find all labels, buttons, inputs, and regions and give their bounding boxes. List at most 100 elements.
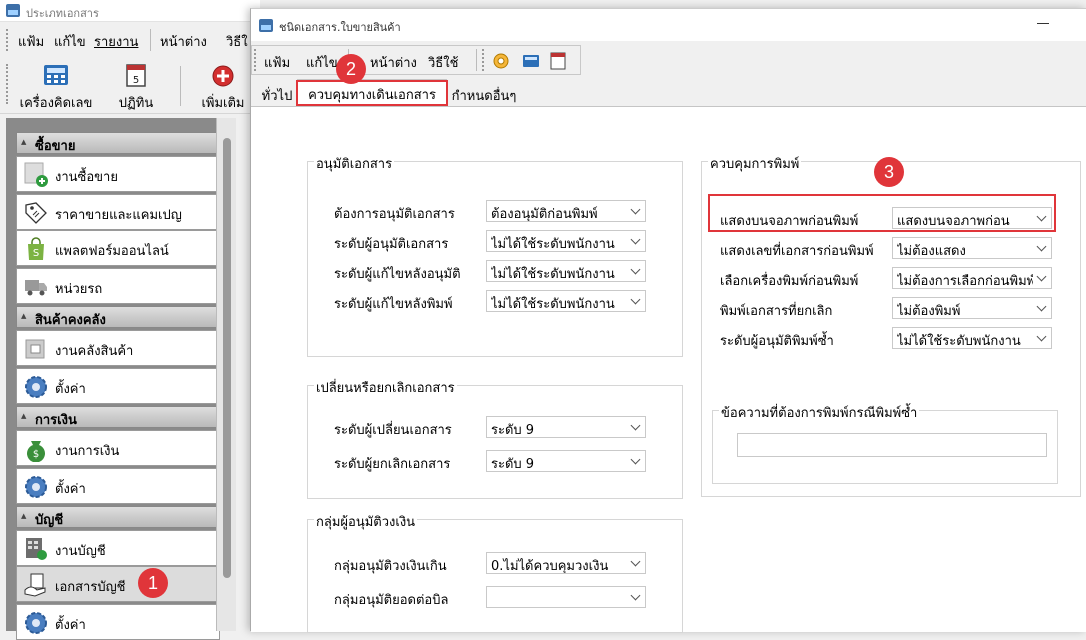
menu-file[interactable]: แฟ้ม bbox=[264, 52, 290, 73]
require-approval-select[interactable]: ต้องอนุมัติก่อนพิมพ์ bbox=[486, 200, 646, 222]
svg-text:5: 5 bbox=[133, 75, 139, 86]
menu-window[interactable]: หน้าต่าง bbox=[160, 31, 207, 52]
money-bag-icon: $ bbox=[27, 441, 45, 462]
reprint-message-input[interactable] bbox=[737, 433, 1047, 457]
highlight-preview-before-print bbox=[708, 194, 1056, 232]
changer-level-select[interactable]: ระดับ 9 bbox=[486, 416, 646, 438]
hand-document-icon bbox=[24, 573, 46, 597]
sidebar-item-label: งานบัญชี bbox=[55, 544, 106, 559]
sidebar-item-label: หน่วยรถ bbox=[55, 282, 103, 297]
choose-printer-select[interactable]: ไม่ต้องการเลือกก่อนพิมพ์ bbox=[892, 267, 1052, 289]
field-label: กลุ่มอนุมัติยอดต่อบิล bbox=[334, 593, 449, 608]
sidebar-item-label: ตั้งค่า bbox=[55, 482, 86, 497]
field-label: ระดับผู้แก้ไขหลังพิมพ์ bbox=[334, 297, 453, 312]
sales-doc-icon bbox=[24, 162, 48, 187]
calendar-icon[interactable] bbox=[550, 51, 566, 71]
sidebar-group-accounting[interactable]: บัญชี bbox=[16, 506, 220, 528]
sidebar-item-price-campaign[interactable]: ราคาขายและแคมเปญ bbox=[16, 194, 220, 230]
field-label: ระดับผู้อนุมัติพิมพ์ซ้ำ bbox=[720, 334, 834, 349]
sidebar-item-sales-work[interactable]: งานซื้อขาย bbox=[16, 156, 220, 192]
select-value: ระดับ 9 bbox=[491, 423, 535, 438]
field-label: ระดับผู้แก้ไขหลังอนุมัติ bbox=[334, 267, 461, 282]
menu-edit[interactable]: แก้ไข bbox=[306, 52, 338, 73]
tab-label: กำหนดอื่นๆ bbox=[451, 89, 517, 104]
sidebar-item-warehouse-work[interactable]: งานคลังสินค้า bbox=[16, 330, 220, 366]
sidebar-item-inventory-settings[interactable]: ตั้งค่า bbox=[16, 368, 220, 404]
chevron-down-icon bbox=[630, 454, 641, 465]
menu-grip[interactable] bbox=[254, 49, 258, 71]
sidebar-item-online-platform[interactable]: S แพลตฟอร์มออนไลน์ bbox=[16, 230, 220, 266]
sidebar-item-vehicle-unit[interactable]: หน่วยรถ bbox=[16, 268, 220, 304]
step-badge-3: 3 bbox=[874, 157, 904, 187]
edit-after-print-select[interactable]: ไม่ได้ใช้ระดับพนักงาน bbox=[486, 290, 646, 312]
calendar-button[interactable]: 5 ปฏิทิน bbox=[108, 62, 164, 111]
sidebar-group-inventory[interactable]: สินค้าคงคลัง bbox=[16, 306, 220, 328]
sidebar-item-accounting-document[interactable]: เอกสารบัญชี bbox=[16, 566, 220, 602]
field-label: ระดับผู้ยกเลิกเอกสาร bbox=[334, 457, 451, 472]
menu-help[interactable]: วิธีใ bbox=[226, 31, 248, 52]
field-label: แสดงเลขที่เอกสารก่อนพิมพ์ bbox=[720, 244, 874, 259]
per-bill-group-select[interactable] bbox=[486, 586, 646, 608]
sidebar-group-finance[interactable]: การเงิน bbox=[16, 406, 220, 428]
chevron-down-icon bbox=[630, 420, 641, 431]
calculator-icon[interactable] bbox=[522, 52, 540, 70]
chevron-down-icon bbox=[1036, 271, 1047, 282]
reprint-approver-select[interactable]: ไม่ได้ใช้ระดับพนักงาน bbox=[892, 327, 1052, 349]
field-label: ระดับผู้เปลี่ยนเอกสาร bbox=[334, 423, 452, 438]
toolbar-grip[interactable] bbox=[6, 64, 10, 104]
sidebar-item-label: งานคลังสินค้า bbox=[55, 344, 134, 359]
sidebar-item-accounting-work[interactable]: งานบัญชี bbox=[16, 530, 220, 566]
approver-level-select[interactable]: ไม่ได้ใช้ระดับพนักงาน bbox=[486, 230, 646, 252]
chevron-down-icon bbox=[630, 204, 641, 215]
toolbar-grip[interactable] bbox=[482, 49, 486, 71]
calculator-label: เครื่องคิดเลข bbox=[19, 96, 93, 111]
target-icon[interactable] bbox=[492, 52, 510, 70]
select-value: ไม่ต้องแสดง bbox=[897, 244, 966, 259]
calculator-icon bbox=[44, 65, 68, 85]
dialog-menu-bar: แฟ้ม แก้ไข หน้าต่าง วิธีใช้ bbox=[251, 45, 581, 75]
select-value: ต้องอนุมัติก่อนพิมพ์ bbox=[491, 207, 598, 222]
step-badge-2: 2 bbox=[336, 54, 366, 84]
menu-file[interactable]: แฟ้ม bbox=[18, 31, 44, 52]
shopping-bag-icon: S bbox=[28, 237, 44, 260]
menu-edit[interactable]: แก้ไข bbox=[54, 31, 86, 52]
menu-report[interactable]: รายงาน bbox=[94, 31, 138, 52]
sidebar-item-finance-work[interactable]: $ งานการเงิน bbox=[16, 430, 220, 466]
sidebar-item-finance-settings[interactable]: ตั้งค่า bbox=[16, 468, 220, 504]
truck-icon bbox=[25, 280, 47, 296]
credit-approver-group: กลุ่มผู้อนุมัติวงเงิน กลุ่มอนุมัติวงเงิน… bbox=[307, 511, 683, 633]
print-cancelled-select[interactable]: ไม่ต้องพิมพ์ bbox=[892, 297, 1052, 319]
select-value: 0.ไม่ได้ควบคุมวงเงิน bbox=[491, 559, 609, 574]
sidebar-item-label: ตั้งค่า bbox=[55, 618, 86, 633]
scrollbar-thumb[interactable] bbox=[223, 138, 231, 578]
ledger-icon bbox=[26, 538, 47, 560]
tab-general[interactable]: ทั่วไป bbox=[257, 83, 297, 105]
group-title: กลุ่มผู้อนุมัติวงเงิน bbox=[314, 511, 418, 532]
calendar-label: ปฏิทิน bbox=[118, 96, 154, 111]
approve-document-group: อนุมัติเอกสาร ต้องการอนุมัติเอกสาร ต้องอ… bbox=[307, 153, 683, 357]
price-tag-icon bbox=[25, 202, 47, 224]
more-label: เพิ่มเติม bbox=[201, 96, 245, 111]
chevron-down-icon bbox=[1036, 331, 1047, 342]
menu-grip[interactable] bbox=[6, 29, 10, 51]
more-button[interactable]: เพิ่มเติม bbox=[190, 62, 256, 111]
credit-limit-group-select[interactable]: 0.ไม่ได้ควบคุมวงเงิน bbox=[486, 552, 646, 574]
sidebar-group-sales[interactable]: ซื้อขาย bbox=[16, 132, 220, 154]
gear-icon bbox=[25, 476, 47, 498]
calculator-button[interactable]: เครื่องคิดเลข bbox=[14, 62, 98, 111]
menu-window[interactable]: หน้าต่าง bbox=[370, 52, 417, 73]
highlight-tab-document-flow bbox=[296, 80, 448, 106]
minimize-button[interactable] bbox=[1037, 23, 1049, 24]
canceller-level-select[interactable]: ระดับ 9 bbox=[486, 450, 646, 472]
sidebar-scrollbar[interactable] bbox=[216, 118, 236, 631]
sidebar-item-label: แพลตฟอร์มออนไลน์ bbox=[55, 244, 169, 259]
tab-other-settings[interactable]: กำหนดอื่นๆ bbox=[449, 83, 519, 105]
menu-help[interactable]: วิธีใช้ bbox=[428, 52, 458, 73]
select-value: ไม่ได้ใช้ระดับพนักงาน bbox=[491, 297, 615, 312]
show-doc-number-select[interactable]: ไม่ต้องแสดง bbox=[892, 237, 1052, 259]
sidebar-item-accounting-settings[interactable]: ตั้งค่า bbox=[16, 604, 220, 640]
edit-after-approve-select[interactable]: ไม่ได้ใช้ระดับพนักงาน bbox=[486, 260, 646, 282]
chevron-down-icon bbox=[1036, 241, 1047, 252]
group-title: ข้อความที่ต้องการพิมพ์กรณีพิมพ์ซ้ำ bbox=[719, 402, 920, 423]
reprint-message-group: ข้อความที่ต้องการพิมพ์กรณีพิมพ์ซ้ำ bbox=[712, 402, 1058, 484]
